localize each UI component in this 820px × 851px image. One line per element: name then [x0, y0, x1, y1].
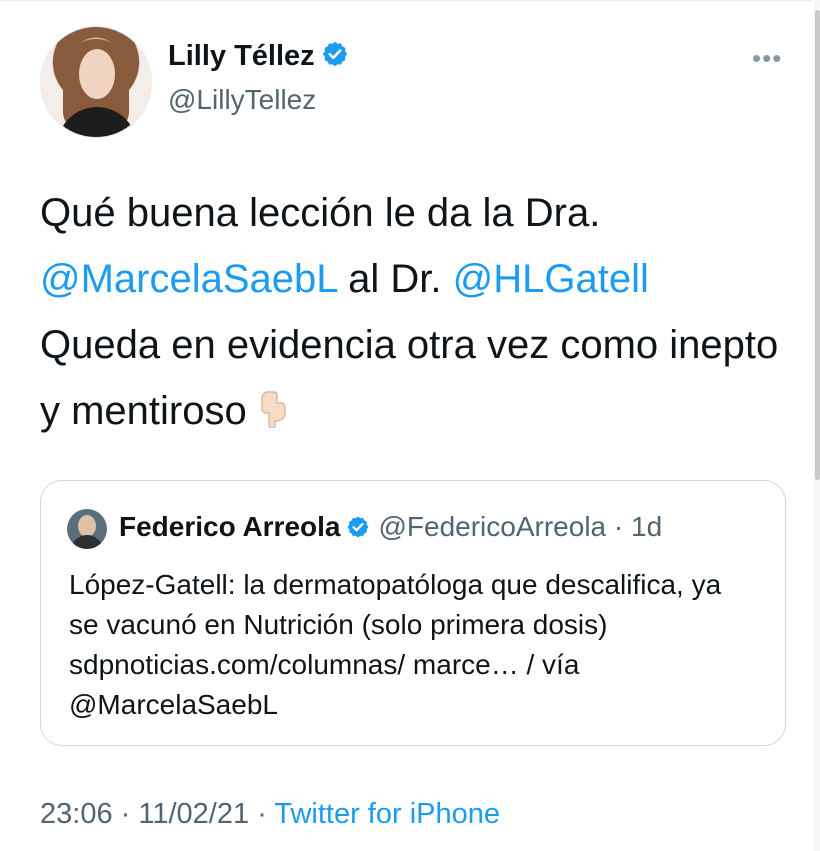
quote-time: 1d: [631, 511, 663, 542]
more-dots-icon[interactable]: •••: [752, 45, 782, 71]
quote-author-avatar[interactable]: [67, 509, 107, 549]
scrollbar[interactable]: [814, 0, 820, 851]
scrollbar-thumb[interactable]: [815, 10, 820, 480]
tweet-text: Qué buena lección le da la Dra. @Marcela…: [40, 180, 780, 448]
verified-badge-icon: [346, 514, 370, 546]
quote-author-name[interactable]: Federico Arreola: [119, 511, 340, 542]
author-avatar[interactable]: [40, 26, 152, 138]
pointing-down-hand-icon: [255, 382, 289, 448]
quoted-tweet[interactable]: Federico Arreola @FedericoArreola · 1d Ló…: [40, 480, 786, 746]
tweet-source[interactable]: Twitter for iPhone: [274, 798, 500, 830]
top-divider: [0, 0, 812, 1]
tweet-date[interactable]: 11/02/21: [138, 798, 249, 830]
quote-author-handle[interactable]: @FedericoArreola: [378, 511, 606, 542]
author-handle[interactable]: @LillyTellez: [168, 84, 316, 116]
tweet-time[interactable]: 23:06: [40, 798, 113, 830]
author-name[interactable]: Lilly Téllez: [168, 40, 349, 76]
mention-link[interactable]: @HLGatell: [453, 257, 649, 301]
mention-link[interactable]: @MarcelaSaebL: [40, 257, 337, 301]
verified-badge-icon: [321, 40, 349, 76]
tweet-footer: 23:06 · 11/02/21 · Twitter for iPhone: [40, 798, 500, 830]
quote-header: Federico Arreola @FedericoArreola · 1d: [119, 511, 662, 546]
quote-text: López-Gatell: la dermatopatóloga que des…: [69, 569, 722, 720]
